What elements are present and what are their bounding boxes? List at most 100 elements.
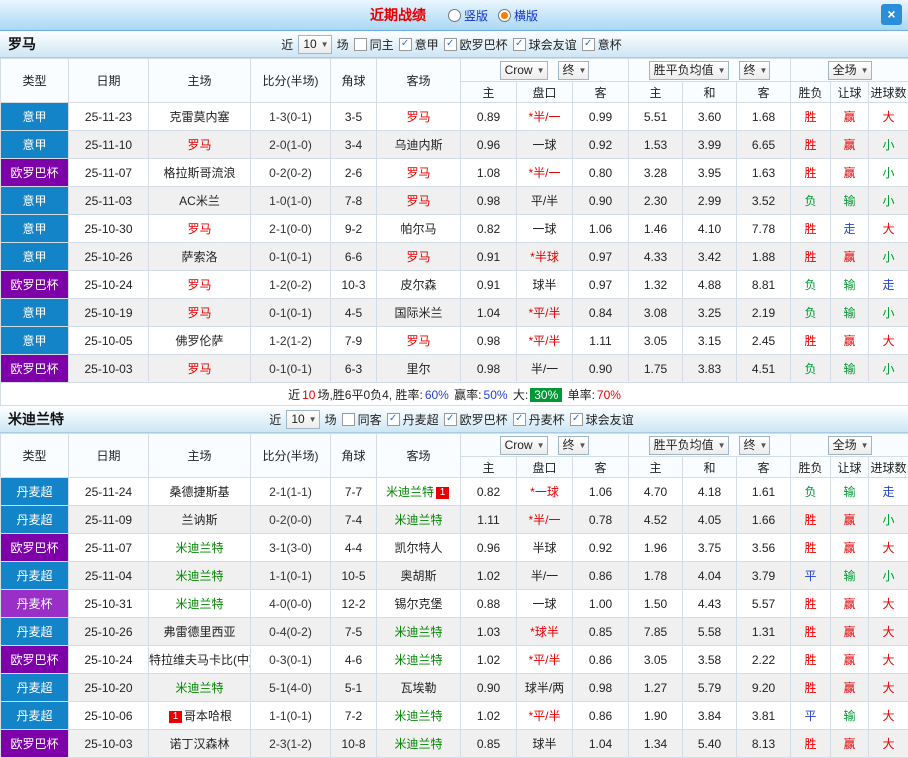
handicap-home-odds: 0.82 <box>461 478 517 506</box>
filter-checkbox-label: 欧罗巴杯 <box>460 36 508 53</box>
checkbox-icon: ✓ <box>387 413 400 426</box>
handicap-home-odds: 0.91 <box>461 243 517 271</box>
radio-vertical[interactable] <box>448 9 461 22</box>
match-row: 意甲25-10-26萨索洛0-1(0-1)6-6罗马0.91*半球0.974.3… <box>1 243 908 271</box>
match-score: 1-2(1-2) <box>251 327 331 355</box>
avg-dropdowns: 胜平负均值▼ 终▼ <box>629 434 791 457</box>
recent-count-select[interactable]: 10▼ <box>298 35 331 54</box>
goals-result-cell: 大 <box>869 674 908 702</box>
avg-draw-odds: 3.95 <box>683 159 737 187</box>
filter-checkbox-4[interactable]: ✓球会友谊 <box>513 36 577 53</box>
match-score: 2-3(1-2) <box>251 730 331 758</box>
match-row: 欧罗巴杯25-11-07格拉斯哥流浪0-2(0-2)2-6罗马1.08*半/一0… <box>1 159 908 187</box>
avg-away-odds: 3.79 <box>737 562 791 590</box>
away-team: 国际米兰 <box>377 299 461 327</box>
handicap-away-odds: 0.86 <box>573 702 629 730</box>
filter-checkbox-4[interactable]: ✓丹麦杯 <box>513 411 565 428</box>
corners: 7-4 <box>331 506 377 534</box>
avg-draw-odds: 4.18 <box>683 478 737 506</box>
handicap-away-odds: 1.00 <box>573 590 629 618</box>
goals-result-cell: 大 <box>869 730 908 758</box>
league-badge: 意甲 <box>1 327 69 355</box>
final-avg-select[interactable]: 终▼ <box>739 61 771 80</box>
handicap-away-odds: 1.04 <box>573 730 629 758</box>
recent-label-pre: 近 <box>281 36 293 53</box>
home-team-name: 特拉维夫马卡比(中) <box>149 653 251 667</box>
away-team: 皮尔森 <box>377 271 461 299</box>
chevron-down-icon: ▼ <box>309 415 317 424</box>
home-team: 桑德捷斯基 <box>149 478 251 506</box>
scope-select[interactable]: 全场▼ <box>828 436 872 455</box>
radio-horizontal-label[interactable]: 横版 <box>514 7 538 24</box>
handicap-line: 半/一 <box>517 355 573 383</box>
match-score: 2-1(0-0) <box>251 215 331 243</box>
column-header-type: 类型 <box>1 59 69 103</box>
filter-checkbox-2[interactable]: ✓丹麦超 <box>387 411 439 428</box>
recent-count-select[interactable]: 10▼ <box>286 410 319 429</box>
corners: 6-6 <box>331 243 377 271</box>
avg-draw-odds: 3.75 <box>683 534 737 562</box>
summary-segment: 赢率: <box>451 388 482 402</box>
filter-checkbox-5[interactable]: ✓球会友谊 <box>570 411 634 428</box>
final-odds-select[interactable]: 终▼ <box>558 436 590 455</box>
final-odds-select[interactable]: 终▼ <box>558 61 590 80</box>
match-score: 0-1(0-1) <box>251 299 331 327</box>
match-row: 意甲25-11-10罗马2-0(1-0)3-4乌迪内斯0.96一球0.921.5… <box>1 131 908 159</box>
scope-dropdown: 全场▼ <box>791 59 908 82</box>
match-row: 丹麦超25-11-09兰讷斯0-2(0-0)7-4米迪兰特1.11*半/一0.7… <box>1 506 908 534</box>
goals-result-cell: 小 <box>869 355 908 383</box>
bookmaker-select[interactable]: Crow▼ <box>500 61 548 80</box>
match-score: 0-2(0-2) <box>251 159 331 187</box>
bookmaker-select[interactable]: Crow▼ <box>500 436 548 455</box>
handicap-home-odds: 0.98 <box>461 327 517 355</box>
match-date: 25-10-31 <box>69 590 149 618</box>
bookmaker-select-value: Crow <box>505 437 533 453</box>
match-date: 25-11-03 <box>69 187 149 215</box>
matches-table-1: 类型日期主场比分(半场)角球客场Crow▼终▼胜平负均值▼终▼全场▼主盘口客主和… <box>0 58 908 406</box>
handicap-line: *平/半 <box>517 299 573 327</box>
filter-checkbox-2[interactable]: ✓意甲 <box>399 36 439 53</box>
rank-badge: 1 <box>169 711 182 723</box>
home-team-name: 罗马 <box>187 362 211 376</box>
avg-type-select[interactable]: 胜平负均值▼ <box>649 61 729 80</box>
column-header-corner: 角球 <box>331 59 377 103</box>
away-team: 罗马 <box>377 243 461 271</box>
filter-checkbox-3[interactable]: ✓欧罗巴杯 <box>444 411 508 428</box>
column-header-result: 胜负 <box>791 457 831 478</box>
league-badge: 欧罗巴杯 <box>1 646 69 674</box>
close-icon[interactable]: × <box>881 4 902 25</box>
column-header-handicap: 让球 <box>831 82 869 103</box>
final-avg-select[interactable]: 终▼ <box>739 436 771 455</box>
avg-away-odds: 3.81 <box>737 702 791 730</box>
handicap-line-text: 一球 <box>535 485 559 499</box>
filter-checkbox-3[interactable]: ✓欧罗巴杯 <box>444 36 508 53</box>
final-avg-select-value: 终 <box>744 437 756 453</box>
match-row: 意甲25-10-05佛罗伦萨1-2(1-2)7-9罗马0.98*平/半1.113… <box>1 327 908 355</box>
filter-checkbox-1[interactable]: 同客 <box>342 411 382 428</box>
handicap-home-odds: 0.82 <box>461 215 517 243</box>
handicap-line-text: 球半/两 <box>525 681 564 695</box>
avg-type-select[interactable]: 胜平负均值▼ <box>649 436 729 455</box>
match-date: 25-10-03 <box>69 355 149 383</box>
goals-result-cell: 小 <box>869 562 908 590</box>
handicap-away-odds: 0.86 <box>573 562 629 590</box>
matches-table-2: 类型日期主场比分(半场)角球客场Crow▼终▼胜平负均值▼终▼全场▼主盘口客主和… <box>0 433 908 758</box>
column-header-odds_away: 客 <box>573 457 629 478</box>
result-cell: 负 <box>791 299 831 327</box>
summary-segment: 近 <box>288 388 300 402</box>
handicap-home-odds: 1.02 <box>461 702 517 730</box>
filter-checkbox-1[interactable]: 同主 <box>354 36 394 53</box>
scope-select[interactable]: 全场▼ <box>828 61 872 80</box>
handicap-result-cell: 赢 <box>831 590 869 618</box>
radio-vertical-label[interactable]: 竖版 <box>464 7 488 24</box>
filter-checkbox-5[interactable]: ✓意杯 <box>582 36 622 53</box>
radio-horizontal[interactable] <box>498 9 511 22</box>
league-badge: 丹麦超 <box>1 506 69 534</box>
home-team-name: 萨索洛 <box>181 250 217 264</box>
home-team: 米迪兰特 <box>149 534 251 562</box>
handicap-line: 半球 <box>517 534 573 562</box>
chevron-down-icon: ▼ <box>760 66 768 75</box>
handicap-away-odds: 0.86 <box>573 646 629 674</box>
result-cell: 胜 <box>791 327 831 355</box>
checkbox-icon: ✓ <box>582 38 595 51</box>
